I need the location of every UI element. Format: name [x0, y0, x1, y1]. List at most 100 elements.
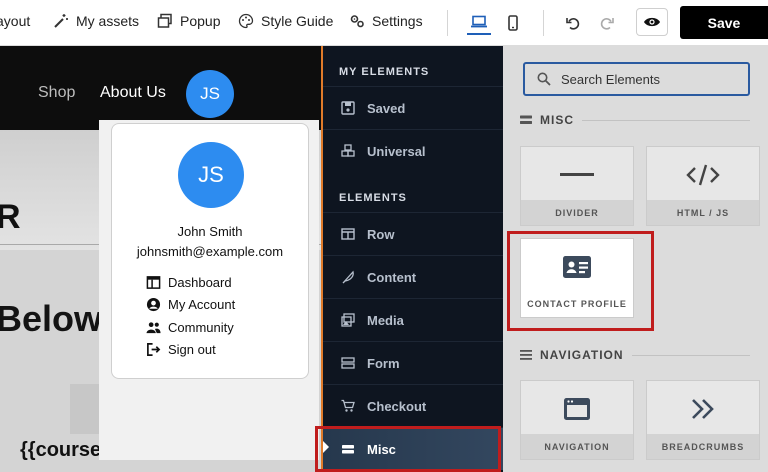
my-elements-heading: MY ELEMENTS [339, 66, 430, 78]
menu-item-label: Community [168, 320, 234, 335]
site-header: Shop About Us JS [0, 46, 323, 130]
tile-label: HTML / JS [647, 200, 759, 225]
tile-label: DIVIDER [521, 200, 633, 225]
settings-button[interactable]: Settings [349, 13, 423, 29]
style-guide-button[interactable]: Style Guide [238, 13, 333, 29]
panel-item-label: Row [367, 226, 395, 242]
tile-label: NAVIGATION [521, 434, 633, 459]
preview-button[interactable] [636, 8, 668, 36]
misc-icon [520, 115, 532, 124]
mobile-view-button[interactable] [501, 11, 525, 35]
code-icon [647, 157, 759, 193]
gears-icon [350, 15, 364, 28]
menu-item-dashboard[interactable]: Dashboard [146, 275, 232, 290]
row-icon [341, 228, 355, 240]
tile-html-js[interactable]: HTML / JS [646, 146, 760, 226]
section-rule [582, 119, 750, 121]
panel-item-checkout[interactable]: Checkout [323, 384, 503, 427]
avatar: JS [178, 142, 244, 208]
panel-item-label: Checkout [367, 398, 427, 414]
panel-item-label: Universal [367, 143, 426, 159]
save-button[interactable]: Save [680, 6, 768, 39]
popup-icon [157, 13, 172, 28]
panel-item-row[interactable]: Row [323, 212, 503, 255]
search-input[interactable]: Search Elements [523, 62, 750, 96]
user-email: johnsmith@example.com [136, 244, 284, 259]
menu-item-sign-out[interactable]: Sign out [146, 342, 216, 357]
undo-icon [566, 18, 580, 30]
misc-section-heading: MISC [520, 113, 750, 127]
tile-divider[interactable]: DIVIDER [520, 146, 634, 226]
hero-heading: R [0, 198, 21, 236]
profile-dropdown: JS John Smith johnsmith@example.com Dash… [111, 123, 309, 379]
highlight-box [507, 231, 654, 331]
section-heading-label: NAVIGATION [540, 348, 624, 362]
tile-navigation[interactable]: NAVIGATION [520, 380, 634, 460]
cubes-icon [341, 144, 355, 157]
mobile-icon [508, 15, 518, 31]
users-icon [146, 322, 161, 334]
panel-item-label: Content [367, 269, 417, 285]
form-icon [341, 357, 355, 369]
save-icon [341, 101, 355, 115]
panel-item-label: Saved [367, 100, 406, 116]
eye-icon [644, 17, 660, 27]
user-circle-icon [146, 297, 161, 312]
elements-heading: ELEMENTS [339, 192, 407, 204]
nav-link-about-us[interactable]: About Us [100, 84, 166, 102]
panel-item-saved[interactable]: Saved [323, 86, 503, 129]
section-heading-label: MISC [540, 113, 574, 127]
nav-link-shop[interactable]: Shop [38, 84, 75, 102]
style-guide-label: Style Guide [261, 13, 334, 29]
redo-icon [600, 18, 614, 30]
panel-item-universal[interactable]: Universal [323, 129, 503, 172]
photo-video-icon [341, 313, 355, 327]
popup-label: Popup [180, 13, 221, 29]
menu-item-label: Sign out [168, 342, 216, 357]
search-icon [537, 72, 551, 86]
section-rule [631, 354, 750, 356]
popup-button[interactable]: Popup [157, 13, 220, 29]
laptop-icon [471, 15, 487, 28]
panel-item-label: Form [367, 355, 400, 371]
feather-icon [342, 270, 354, 284]
section-heading: Below [0, 298, 103, 339]
page-canvas[interactable]: Shop About Us JS R Below {{course.title}… [0, 46, 323, 472]
redo-button[interactable] [595, 11, 619, 35]
panel-item-label: Media [367, 312, 404, 328]
navigation-section-heading: NAVIGATION [520, 348, 750, 362]
menu-item-community[interactable]: Community [146, 320, 234, 335]
bars-icon [520, 350, 532, 360]
settings-label: Settings [372, 13, 423, 29]
top-toolbar: ayout My assets Popup Style Guide Settin… [0, 0, 768, 46]
panel-item-form[interactable]: Form [323, 341, 503, 384]
layout-label: ayout [0, 13, 31, 29]
layout-menu[interactable]: ayout [0, 13, 30, 29]
cart-icon [341, 399, 355, 412]
divider-icon [521, 157, 633, 193]
desktop-view-button[interactable] [467, 11, 491, 35]
tile-breadcrumbs[interactable]: BREADCRUMBS [646, 380, 760, 460]
dashboard-icon [146, 276, 161, 289]
magic-wand-icon [54, 14, 68, 28]
panel-item-media[interactable]: Media [323, 298, 503, 341]
user-name: John Smith [177, 224, 243, 239]
undo-button[interactable] [561, 11, 585, 35]
window-icon [521, 391, 633, 427]
sign-out-icon [147, 343, 161, 356]
my-assets-button[interactable]: My assets [53, 13, 139, 29]
search-placeholder: Search Elements [561, 71, 660, 87]
highlight-box [315, 426, 501, 472]
double-chevron-icon [647, 391, 759, 427]
menu-item-label: Dashboard [168, 275, 232, 290]
my-assets-label: My assets [76, 13, 140, 29]
elements-panel: MY ELEMENTS Saved Universal ELEMENTS Row… [323, 46, 503, 472]
toolbar-divider [447, 10, 448, 36]
palette-icon [238, 13, 254, 29]
toolbar-divider [543, 10, 544, 36]
tile-label: BREADCRUMBS [647, 434, 759, 459]
panel-item-content[interactable]: Content [323, 255, 503, 298]
menu-item-my-account[interactable]: My Account [146, 297, 235, 312]
avatar[interactable]: JS [186, 70, 234, 118]
menu-item-label: My Account [168, 297, 236, 312]
